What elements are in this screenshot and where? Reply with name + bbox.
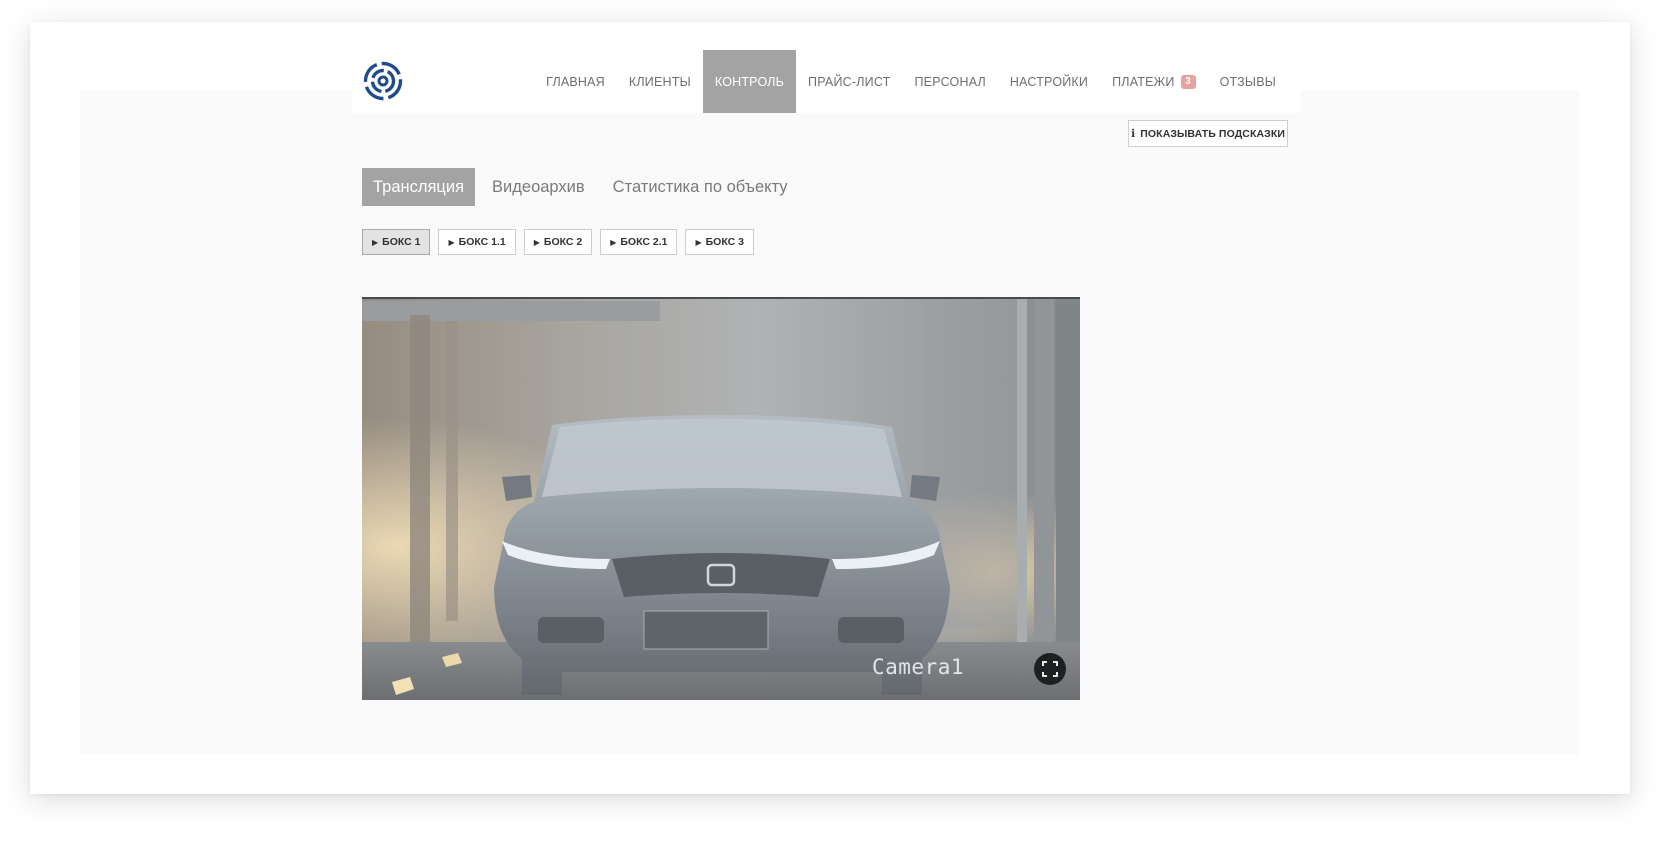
nav-item-payments[interactable]: ПЛАТЕЖИ 3 [1100, 50, 1207, 113]
nav-item-staff[interactable]: ПЕРСОНАЛ [902, 50, 997, 113]
tab-label: Трансляция [373, 177, 465, 196]
box-selector: ▶ БОКС 1 ▶ БОКС 1.1 ▶ БОКС 2 ▶ БОКС 2.1 ▶ БОК… [362, 229, 762, 255]
box-button-label: БОКС 1.1 [458, 236, 506, 248]
nav-item-label: ОТЗЫВЫ [1219, 74, 1276, 89]
play-icon: ▶ [610, 237, 617, 247]
play-icon: ▶ [448, 237, 455, 247]
fullscreen-icon [1042, 661, 1058, 677]
play-icon: ▶ [372, 237, 379, 247]
tab-label: Статистика по объекту [612, 177, 788, 196]
nav-item-control[interactable]: КОНТРОЛЬ [702, 50, 797, 113]
show-hints-button[interactable]: ℹ ПОКАЗЫВАТЬ ПОДСКАЗКИ [1128, 120, 1288, 147]
nav-item-home[interactable]: ГЛАВНАЯ [534, 50, 617, 113]
box-button-2-1[interactable]: ▶ БОКС 2.1 [600, 229, 678, 255]
play-icon: ▶ [533, 237, 540, 247]
nav-item-label: ПЕРСОНАЛ [914, 74, 986, 89]
box-button-3[interactable]: ▶ БОКС 3 [685, 229, 754, 255]
payments-count-badge: 3 [1180, 74, 1196, 89]
logo-icon[interactable] [363, 61, 403, 101]
tab-label: Видеоархив [492, 177, 585, 196]
fullscreen-button[interactable] [1034, 653, 1066, 685]
nav-item-clients[interactable]: КЛИЕНТЫ [617, 50, 703, 113]
box-button-2[interactable]: ▶ БОКС 2 [523, 229, 593, 255]
top-navigation-bar: ГЛАВНАЯ КЛИЕНТЫ КОНТРОЛЬ ПРАЙС-ЛИСТ ПЕРС… [352, 50, 1300, 113]
car-wash-camera-frame [362, 297, 1080, 700]
play-icon: ▶ [695, 237, 702, 247]
camera-video-stream[interactable]: Camera1 [362, 297, 1080, 700]
box-button-1[interactable]: ▶ БОКС 1 [362, 229, 431, 255]
box-button-label: БОКС 2.1 [620, 236, 668, 248]
tab-object-statistics[interactable]: Статистика по объекту [601, 168, 799, 206]
app-window: ГЛАВНАЯ КЛИЕНТЫ КОНТРОЛЬ ПРАЙС-ЛИСТ ПЕРС… [30, 22, 1630, 794]
box-button-1-1[interactable]: ▶ БОКС 1.1 [438, 229, 516, 255]
nav-item-label: ПРАЙС-ЛИСТ [808, 74, 891, 89]
nav-item-label: ПЛАТЕЖИ [1112, 74, 1175, 89]
nav-item-label: НАСТРОЙКИ [1009, 74, 1089, 89]
camera-name-overlay: Camera1 [872, 655, 965, 679]
nav-item-reviews[interactable]: ОТЗЫВЫ [1208, 50, 1288, 113]
nav-item-label: КЛИЕНТЫ [628, 74, 691, 89]
nav-item-settings[interactable]: НАСТРОЙКИ [998, 50, 1100, 113]
control-tabs: Трансляция Видеоархив Статистика по объе… [362, 168, 805, 206]
nav-item-label: КОНТРОЛЬ [714, 74, 785, 89]
tab-video-archive[interactable]: Видеоархив [481, 168, 596, 206]
tab-broadcast[interactable]: Трансляция [362, 168, 476, 206]
box-button-label: БОКС 3 [705, 236, 744, 248]
info-icon: ℹ [1130, 128, 1136, 140]
main-nav: ГЛАВНАЯ КЛИЕНТЫ КОНТРОЛЬ ПРАЙС-ЛИСТ ПЕРС… [534, 50, 1288, 113]
box-button-label: БОКС 1 [382, 236, 421, 248]
nav-item-price-list[interactable]: ПРАЙС-ЛИСТ [796, 50, 902, 113]
box-button-label: БОКС 2 [543, 236, 583, 248]
show-hints-label: ПОКАЗЫВАТЬ ПОДСКАЗКИ [1140, 127, 1285, 140]
nav-item-label: ГЛАВНАЯ [546, 74, 605, 89]
